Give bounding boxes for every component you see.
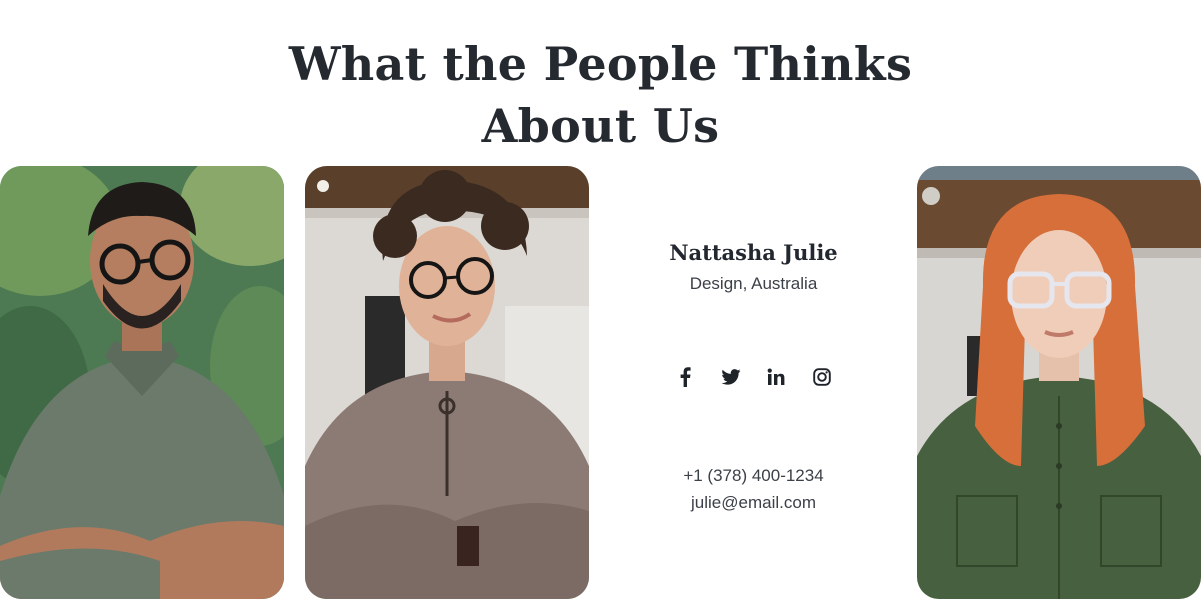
linkedin-icon[interactable] <box>765 366 787 388</box>
team-photo-woman-red-hair <box>917 166 1201 599</box>
social-links <box>672 366 837 388</box>
profile-name: Nattasha Julie <box>669 240 838 265</box>
section-title-line-1: What the People Thinks <box>288 36 913 91</box>
team-photo-man-glasses <box>0 166 284 599</box>
profile-role: Design, Australia <box>689 274 818 293</box>
section-title-line-2: About Us <box>481 98 720 153</box>
section-title: What the People Thinks About Us <box>0 33 1201 157</box>
profile-card: Nattasha Julie Design, Australia +1 (378… <box>610 166 897 599</box>
team-photo-woman-curly-hair <box>305 166 589 599</box>
twitter-icon[interactable] <box>720 366 742 388</box>
profile-email[interactable]: julie@email.com <box>610 493 897 513</box>
profile-phone[interactable]: +1 (378) 400-1234 <box>610 466 897 486</box>
facebook-icon[interactable] <box>674 366 696 388</box>
instagram-icon[interactable] <box>811 366 833 388</box>
